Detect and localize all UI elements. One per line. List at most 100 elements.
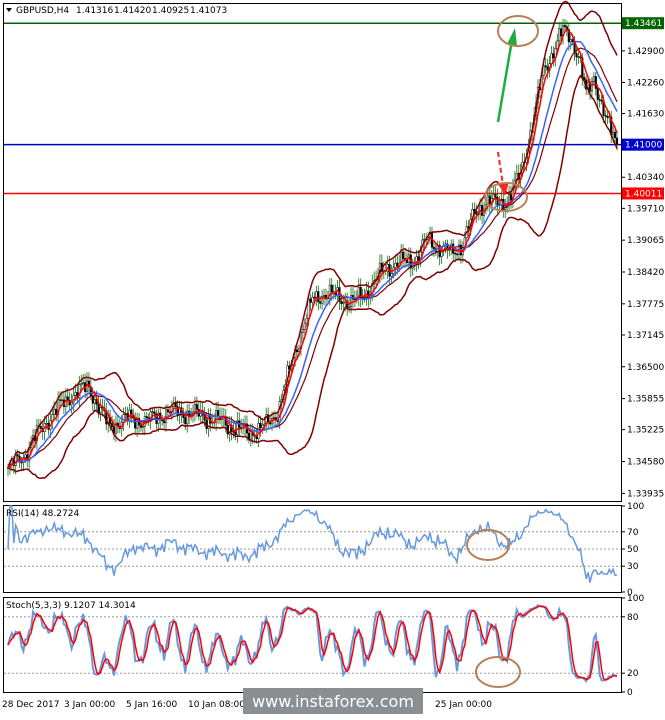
candle-body — [60, 399, 64, 401]
y-tick-label: 0 — [627, 688, 633, 698]
x-tick-label: 5 Jan 16:00 — [126, 700, 178, 710]
candle-body — [394, 262, 397, 268]
candle-body — [51, 414, 54, 422]
level-price-label: 1.43461 — [625, 19, 662, 29]
candle-body — [402, 251, 405, 259]
watermark-text: www.instaforex.com — [252, 692, 414, 711]
candle-body — [348, 306, 351, 308]
candle-body — [139, 424, 143, 428]
candle-body — [563, 25, 567, 27]
price-header-close: 1.41073 — [190, 6, 227, 16]
candle-body — [272, 417, 276, 419]
candle-body — [93, 398, 96, 404]
candle-body — [311, 296, 314, 303]
candle-body — [575, 53, 578, 58]
candle-body — [111, 423, 114, 427]
candle-body — [615, 137, 619, 145]
candle-body — [432, 246, 435, 250]
price-header-low: 1.40925 — [152, 6, 189, 16]
x-tick-label: 3 Jan 00:00 — [64, 700, 116, 710]
candle-body — [592, 76, 595, 82]
y-tick-label: 1.38420 — [627, 268, 664, 278]
candle-body — [590, 81, 593, 92]
y-tick-label: 1.37145 — [627, 331, 664, 341]
candle-body — [317, 291, 320, 303]
candle-body — [577, 56, 580, 58]
y-tick-label: 1.39065 — [627, 236, 664, 246]
candle-body — [305, 318, 308, 324]
candle-body — [546, 66, 549, 71]
chart-svg: 1.42900 1.42260 1.41630 1.40340 1.39710 1.390… — [2, 0, 664, 714]
y-tick-label: 1.33935 — [627, 489, 664, 499]
candle-body — [163, 420, 166, 424]
candle-body — [614, 131, 617, 139]
candle-body — [417, 256, 420, 261]
y-tick-label: 1.39710 — [627, 204, 664, 214]
candle-body — [232, 431, 235, 433]
y-tick-label: 1.35855 — [627, 395, 664, 405]
candle-body — [604, 115, 607, 117]
candle-body — [612, 131, 615, 135]
candle-body — [99, 406, 102, 414]
candle-body — [307, 298, 310, 319]
candle-body — [390, 273, 393, 277]
candle-body — [261, 424, 264, 429]
candle-body — [600, 100, 603, 102]
price-header-open: 1.41316 — [76, 6, 113, 16]
candle-body — [141, 426, 144, 428]
candle-body — [396, 262, 399, 267]
candle-body — [91, 395, 94, 404]
candle-body — [556, 40, 559, 49]
candle-body — [53, 408, 56, 415]
candle-body — [544, 65, 547, 68]
candle-body — [153, 411, 156, 415]
y-tick-label: 50 — [627, 545, 639, 555]
candle-body — [168, 411, 171, 413]
rsi-header: RSI(14) 48.2724 — [6, 509, 79, 519]
candle-body — [249, 431, 252, 440]
candle-body — [303, 322, 306, 330]
candle-body — [259, 422, 262, 429]
candle-body — [558, 28, 561, 42]
x-tick-label: 25 Jan 00:00 — [435, 700, 492, 710]
candle-body — [39, 426, 42, 429]
candle-body — [301, 329, 304, 333]
y-tick-label: 1.37775 — [627, 300, 664, 310]
y-tick-label: 1.36500 — [627, 363, 664, 373]
y-tick-label: 1.42900 — [627, 47, 664, 57]
candle-body — [571, 39, 574, 42]
candle-body — [184, 417, 187, 425]
candle-body — [455, 253, 459, 256]
candle-body — [481, 205, 484, 216]
candle-body — [45, 423, 48, 425]
watermark: www.instaforex.com — [243, 688, 423, 714]
x-tick-label: 10 Jan 08:00 — [188, 700, 245, 710]
candle-body — [217, 410, 220, 417]
candle-body — [58, 399, 62, 401]
candle-body — [594, 76, 597, 89]
candle-body — [309, 298, 312, 303]
candle-body — [496, 196, 499, 206]
price-header-high: 1.41420 — [114, 6, 151, 16]
chart-root: 1.42900 1.42260 1.41630 1.40340 1.39710 1.390… — [0, 0, 665, 716]
candle-body — [151, 411, 154, 413]
y-tick-label: 100 — [627, 502, 644, 512]
candle-body — [164, 409, 168, 424]
y-tick-label: 1.35225 — [627, 426, 664, 436]
candle-body — [569, 39, 572, 43]
y-tick-label: 70 — [627, 528, 639, 538]
candle-body — [66, 396, 69, 401]
candle-body — [454, 253, 457, 255]
candle-body — [405, 259, 408, 263]
candle-body — [24, 454, 27, 458]
y-tick-label: 20 — [627, 669, 639, 679]
price-header-symbol: GBPUSD,H4 — [16, 6, 69, 16]
price-axis: 1.42900 1.42260 1.41630 1.40340 1.39710 1.390… — [621, 17, 664, 698]
candle-body — [195, 404, 198, 410]
y-tick-label: 1.41630 — [627, 110, 664, 120]
y-tick-label: 1.42260 — [627, 78, 664, 88]
candle-body — [122, 414, 125, 423]
candle-body — [606, 115, 609, 118]
candle-body — [552, 53, 555, 59]
y-tick-label: 1.40340 — [627, 173, 664, 183]
